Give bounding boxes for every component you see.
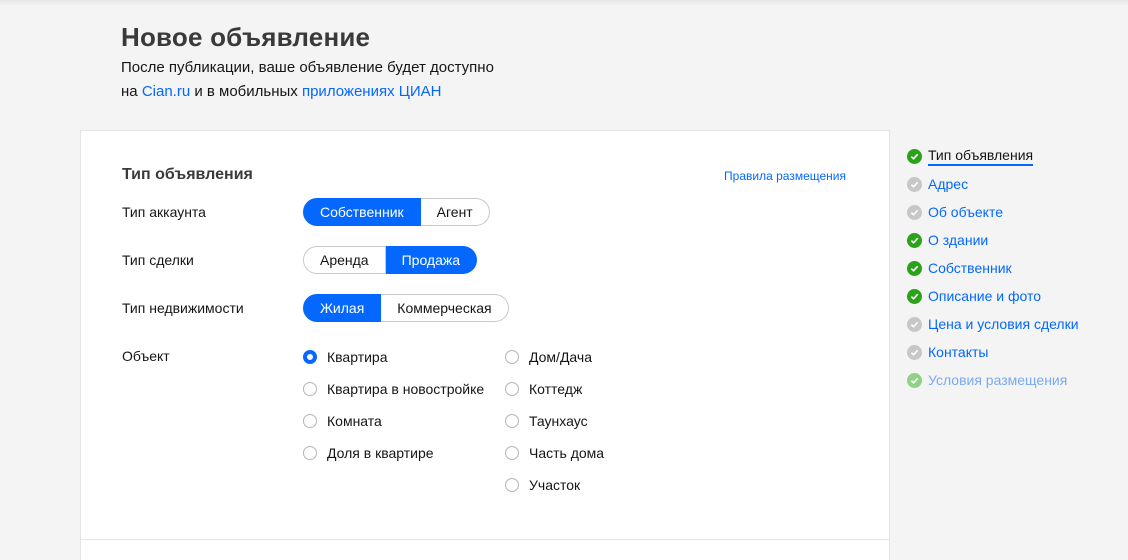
apps-link[interactable]: приложениях ЦИАН [302,83,441,100]
nav-item-price-terms[interactable]: Цена и условия сделки [907,310,1079,338]
radio-unchecked-icon [505,446,519,460]
steps-nav: Тип объявления Адрес Об объекте О здании… [907,142,1079,394]
check-circle-icon [907,316,922,332]
form-card: Тип объявления Правила размещения Тип ак… [80,130,890,560]
subtitle-line-1: После публикации, ваше объявление будет … [121,59,494,76]
card-divider [81,539,889,540]
object-radio-room[interactable]: Комната [303,405,484,437]
object-radio-column-2: Дом/Дача Коттедж Таунхаус Часть дома Уча… [505,341,604,501]
radio-checked-icon [303,350,317,364]
deal-type-rent-button[interactable]: Аренда [303,246,386,274]
subtitle-middle: и в мобильных [194,83,298,100]
radio-label: Квартира [327,349,388,365]
radio-unchecked-icon [505,350,519,364]
nav-item-label: Об объекте [928,204,1003,220]
nav-item-address[interactable]: Адрес [907,170,1079,198]
check-circle-icon [907,260,922,276]
radio-unchecked-icon [303,414,317,428]
check-circle-icon [907,372,922,388]
account-type-label: Тип аккаунта [122,204,206,220]
page-title: Новое объявление [121,22,371,52]
object-label: Объект [122,348,170,364]
nav-item-label: Цена и условия сделки [928,316,1079,332]
object-radio-house[interactable]: Дом/Дача [505,341,604,373]
account-type-toggle: Собственник Агент [303,198,490,226]
object-radio-apartment[interactable]: Квартира [303,341,484,373]
object-radio-townhouse[interactable]: Таунхаус [505,405,604,437]
nav-item-label: О здании [928,232,989,248]
object-radio-share[interactable]: Доля в квартире [303,437,484,469]
check-circle-icon [907,176,922,192]
nav-item-about-building[interactable]: О здании [907,226,1079,254]
radio-unchecked-icon [303,446,317,460]
radio-label: Дом/Дача [529,349,592,365]
check-circle-icon [907,232,922,248]
page-header: Новое объявление После публикации, ваше … [121,22,494,104]
nav-item-about-object[interactable]: Об объекте [907,198,1079,226]
cian-link[interactable]: Cian.ru [142,83,190,100]
nav-item-label: Собственник [928,260,1012,276]
object-radio-house-part[interactable]: Часть дома [505,437,604,469]
section-title: Тип объявления [122,166,253,183]
property-type-label: Тип недвижимости [122,300,244,316]
radio-unchecked-icon [505,414,519,428]
nav-item-label: Тип объявления [928,146,1034,166]
radio-unchecked-icon [505,478,519,492]
nav-item-label: Описание и фото [928,288,1042,304]
radio-label: Коттедж [529,381,583,397]
nav-item-listing-type[interactable]: Тип объявления [907,142,1079,170]
radio-unchecked-icon [505,382,519,396]
radio-label: Часть дома [529,445,605,461]
property-type-residential-button[interactable]: Жилая [303,294,382,322]
subtitle: После публикации, ваше объявление будет … [121,56,494,104]
nav-item-contacts[interactable]: Контакты [907,338,1079,366]
deal-type-toggle: Аренда Продажа [303,246,478,274]
nav-item-placement-terms[interactable]: Условия размещения [907,366,1079,394]
nav-item-owner[interactable]: Собственник [907,254,1079,282]
deal-type-label: Тип сделки [122,252,194,268]
radio-unchecked-icon [303,382,317,396]
nav-item-label: Условия размещения [928,372,1068,388]
subtitle-prefix: на [121,83,138,100]
rules-link[interactable]: Правила размещения [724,169,846,183]
check-circle-icon [907,344,922,360]
account-type-owner-button[interactable]: Собственник [303,198,421,226]
nav-item-label: Адрес [928,176,969,192]
object-radio-new-building[interactable]: Квартира в новостройке [303,373,484,405]
deal-type-sale-button[interactable]: Продажа [385,246,478,274]
object-radio-column-1: Квартира Квартира в новостройке Комната … [303,341,484,469]
radio-label: Доля в квартире [327,445,434,461]
check-circle-icon [907,204,922,220]
subtitle-line-2: на Cian.ru и в мобильных приложениях ЦИА… [121,80,494,104]
radio-label: Квартира в новостройке [327,381,485,397]
radio-label: Таунхаус [529,413,588,429]
property-type-toggle: Жилая Коммерческая [303,294,509,322]
property-type-commercial-button[interactable]: Коммерческая [381,294,509,322]
check-circle-icon [907,148,922,164]
radio-label: Комната [327,413,382,429]
radio-label: Участок [529,477,581,493]
nav-item-label: Контакты [928,344,989,360]
nav-item-description-photos[interactable]: Описание и фото [907,282,1079,310]
check-circle-icon [907,288,922,304]
object-radio-cottage[interactable]: Коттедж [505,373,604,405]
account-type-agent-button[interactable]: Агент [420,198,490,226]
object-radio-land[interactable]: Участок [505,469,604,501]
top-shadow [0,0,1128,6]
